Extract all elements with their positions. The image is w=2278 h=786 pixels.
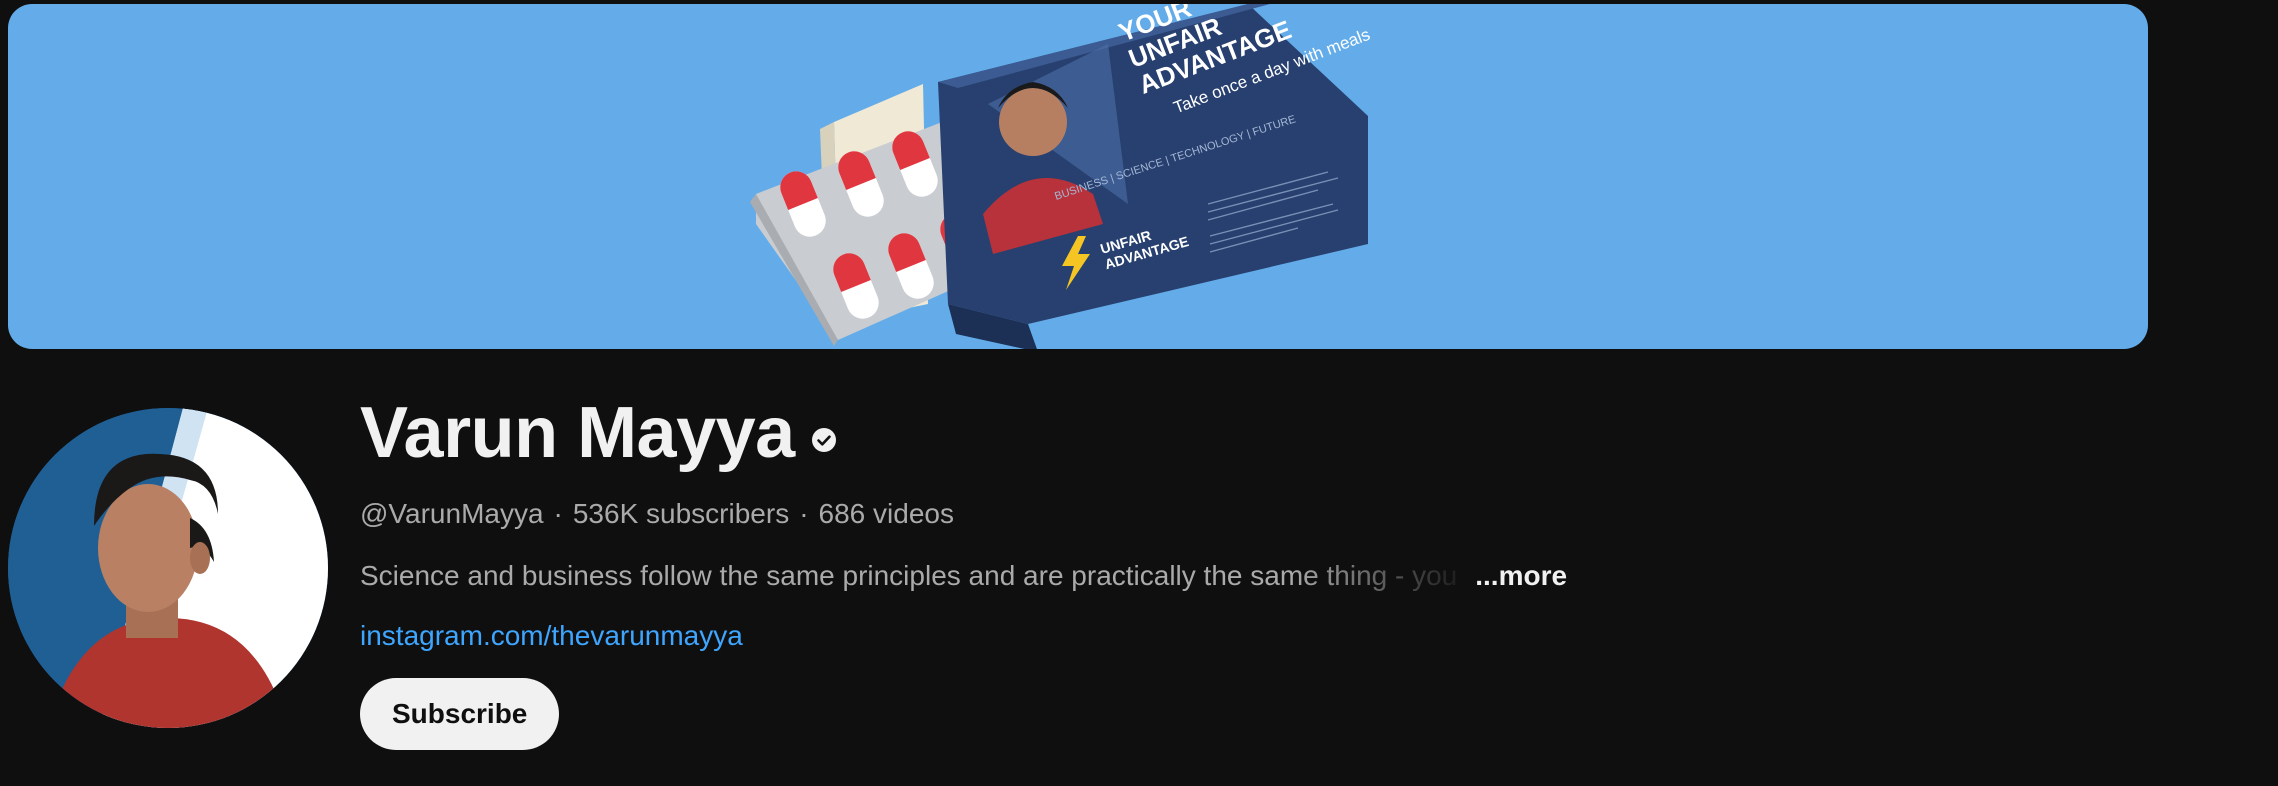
channel-avatar[interactable] <box>8 408 328 728</box>
video-count: 686 videos <box>818 498 954 529</box>
channel-links: instagram.com/thevarunmayya <box>360 616 2060 656</box>
description-more-link[interactable]: ...more <box>1475 560 1567 592</box>
right-gutter <box>2148 0 2278 786</box>
meta-separator: · <box>553 498 563 529</box>
channel-banner: YOUR UNFAIR ADVANTAGE Take once a day wi… <box>8 4 2148 349</box>
avatar-photo <box>8 408 328 728</box>
subscribe-button[interactable]: Subscribe <box>360 678 560 750</box>
channel-description-row[interactable]: Science and business follow the same pri… <box>360 556 2060 596</box>
subscriber-count: 536K subscribers <box>572 498 790 529</box>
channel-meta: @VarunMayya · 536K subscribers · 686 vid… <box>360 496 2060 532</box>
banner-artwork: YOUR UNFAIR ADVANTAGE Take once a day wi… <box>750 4 1373 349</box>
channel-name: Varun Mayya <box>360 393 795 473</box>
channel-handle: @VarunMayya <box>360 498 544 529</box>
channel-title-row: Varun Mayya <box>360 388 2060 478</box>
channel-info: Varun Mayya @VarunMayya · 536K subscribe… <box>360 388 2060 750</box>
verified-check-icon <box>811 427 837 453</box>
meta-separator: · <box>799 498 809 529</box>
channel-description[interactable]: Science and business follow the same pri… <box>360 556 1457 596</box>
channel-page: YOUR UNFAIR ADVANTAGE Take once a day wi… <box>0 0 2278 786</box>
instagram-link[interactable]: instagram.com/thevarunmayya <box>360 620 743 651</box>
